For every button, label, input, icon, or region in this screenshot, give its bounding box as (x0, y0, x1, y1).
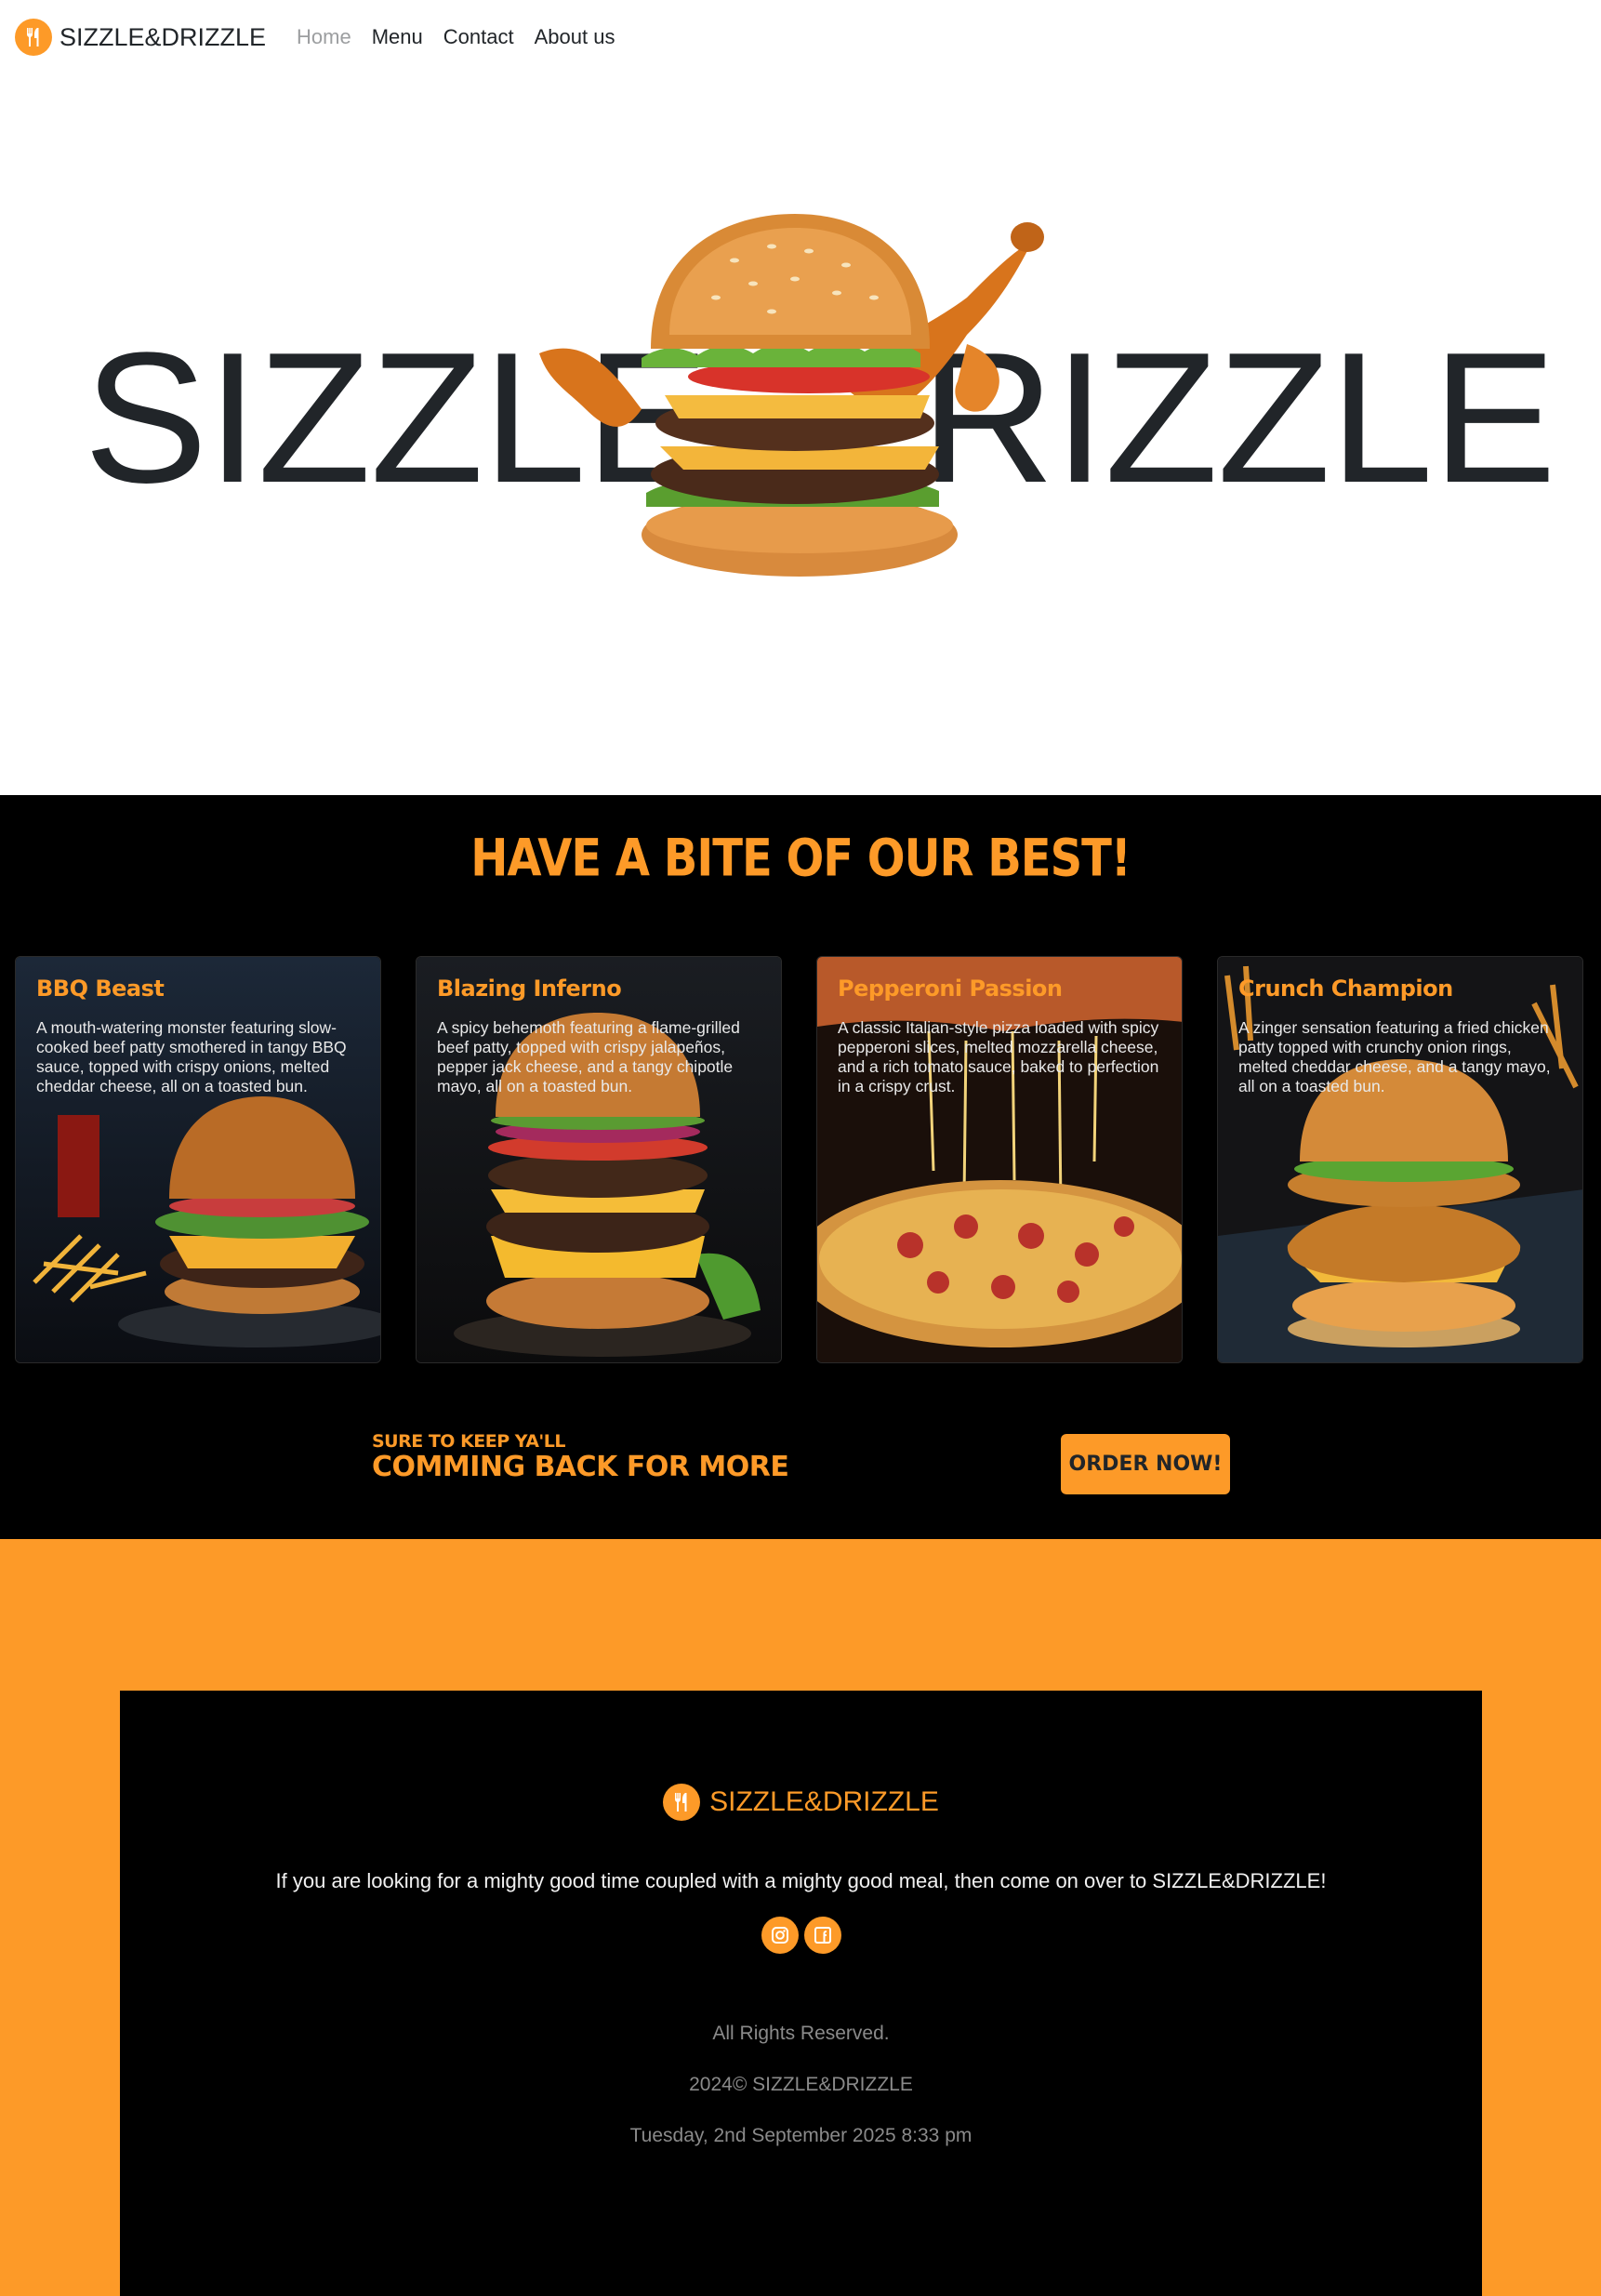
utensils-logo-icon (15, 19, 52, 56)
footer-datetime: Tuesday, 2nd September 2025 8:33 pm (629, 2125, 973, 2146)
card-title: Pepperoni Passion (838, 975, 1063, 1002)
card-description: A classic Italian-style pizza loaded wit… (838, 1018, 1159, 1095)
menu-card-bbq-beast[interactable]: BBQ Beast A mouth-watering monster featu… (15, 956, 381, 1363)
nav-contact[interactable]: Contact (443, 25, 514, 49)
card-description: A spicy behemoth featuring a flame-grill… (437, 1018, 740, 1095)
instagram-icon[interactable] (761, 1917, 799, 1954)
card-title: Blazing Inferno (437, 975, 622, 1002)
footer-copyright: 2024© SIZZLE&DRIZZLE (689, 2074, 913, 2095)
social-links (120, 1917, 1482, 1954)
promo-title: COMMING BACK FOR MORE (372, 1451, 789, 1483)
brand-link[interactable]: SIZZLE&DRIZZLE (15, 19, 266, 56)
hero-section: SIZZLE RIZZLE (0, 74, 1601, 795)
card-description: A mouth-watering monster featuring slow-… (36, 1018, 347, 1095)
card-description: A zinger sensation featuring a fried chi… (1238, 1018, 1551, 1095)
footer-tagline: If you are looking for a mighty good tim… (275, 1869, 1327, 1892)
promo-subtitle: SURE TO KEEP YA'LL (372, 1431, 565, 1452)
card-title: Crunch Champion (1238, 975, 1453, 1002)
nav-home[interactable]: Home (297, 25, 351, 49)
featured-heading: HAVE A BITE OF OUR BEST! (470, 828, 1131, 889)
nav-about[interactable]: About us (535, 25, 615, 49)
nav-menu[interactable]: Menu (372, 25, 423, 49)
footer-brand-name: SIZZLE&DRIZZLE (709, 1786, 939, 1817)
nav-links: Home Menu Contact About us (297, 25, 635, 49)
hero-burger-image (539, 214, 1044, 577)
brand-name: SIZZLE&DRIZZLE (60, 22, 267, 51)
footer-brand[interactable]: SIZZLE&DRIZZLE (120, 1784, 1482, 1821)
menu-card-pepperoni-passion[interactable]: Pepperoni Passion A classic Italian-styl… (816, 956, 1183, 1363)
footer-rights: All Rights Reserved. (712, 2023, 890, 2044)
facebook-icon[interactable] (803, 1917, 841, 1954)
footer-section: SIZZLE&DRIZZLE If you are looking for a … (0, 1539, 1601, 2296)
order-now-button[interactable]: ORDER NOW! (1061, 1434, 1230, 1494)
featured-section: HAVE A BITE OF OUR BEST! BBQ Beast A mou… (0, 795, 1601, 1539)
top-navbar: SIZZLE&DRIZZLE Home Menu Contact About u… (0, 0, 1601, 74)
menu-card-crunch-champion[interactable]: Crunch Champion A zinger sensation featu… (1217, 956, 1583, 1363)
utensils-logo-icon (663, 1784, 701, 1821)
menu-card-blazing-inferno[interactable]: Blazing Inferno A spicy behemoth featuri… (416, 956, 782, 1363)
card-title: BBQ Beast (36, 975, 165, 1002)
footer-panel: SIZZLE&DRIZZLE If you are looking for a … (120, 1691, 1482, 2296)
